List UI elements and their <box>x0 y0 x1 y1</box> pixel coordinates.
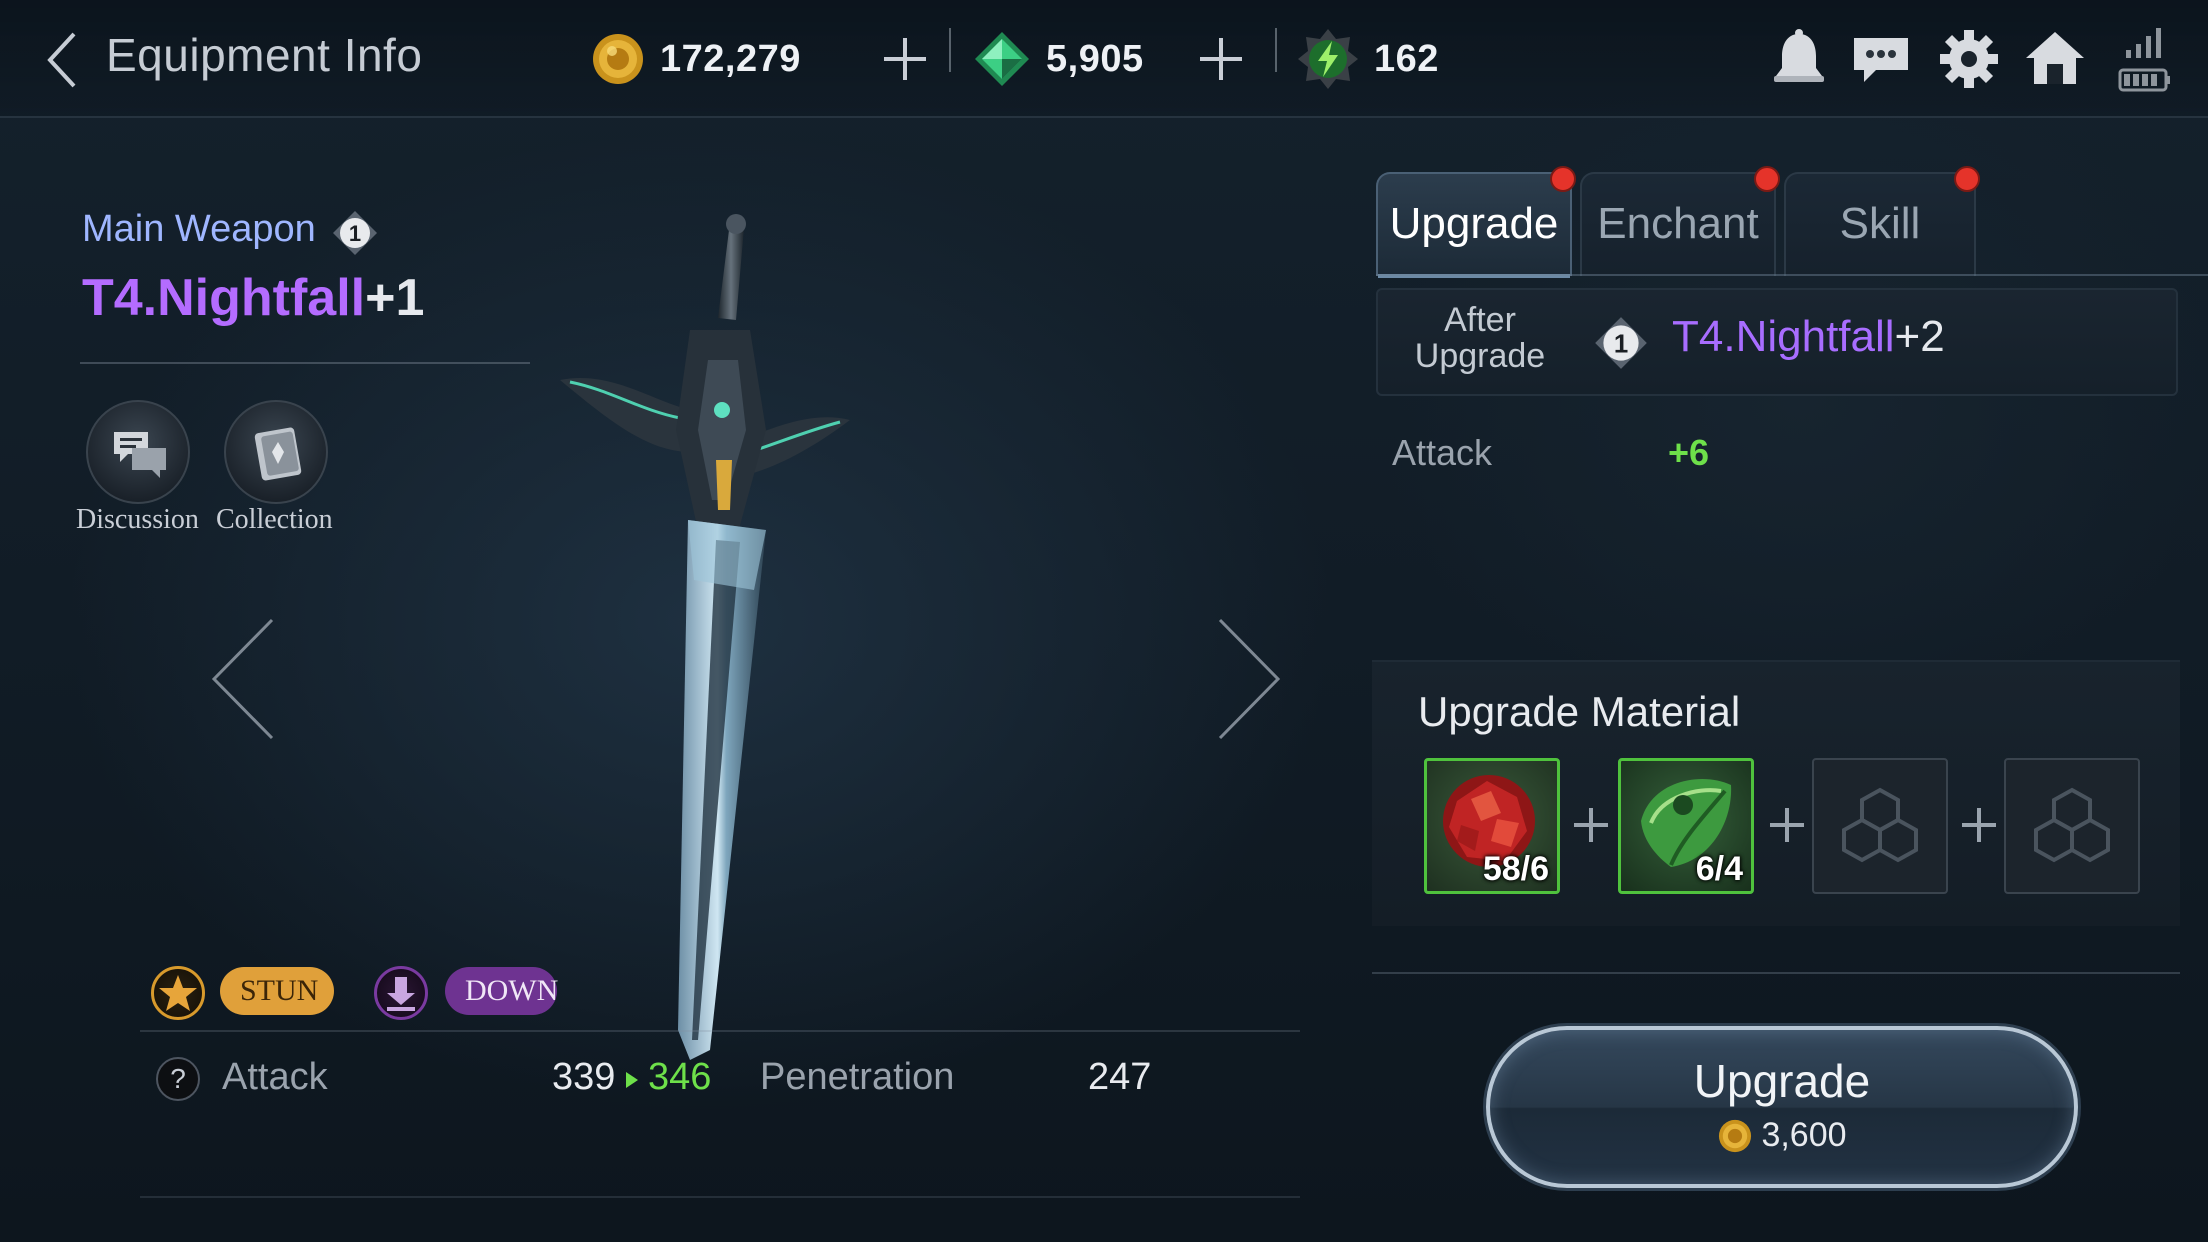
tab-enchant-label: Enchant <box>1597 199 1759 248</box>
tier-badge-number: 1 <box>349 221 361 246</box>
gem-amount: 5,905 <box>1046 37 1144 80</box>
next-item-button[interactable] <box>1206 614 1286 744</box>
back-button[interactable] <box>40 28 90 92</box>
down-tag: DOWN <box>445 967 558 1015</box>
material-slot-3[interactable] <box>1812 758 1948 894</box>
home-button[interactable] <box>2022 26 2088 92</box>
item-name: T4.Nightfall+1 <box>82 268 424 328</box>
upgrade-cost-value: 3,600 <box>1761 1116 1847 1154</box>
tier-badge: 1 <box>1594 316 1648 370</box>
separator <box>949 28 951 72</box>
penetration-label: Penetration <box>760 1056 955 1098</box>
chevron-left-icon <box>47 32 76 88</box>
gold-coin-icon <box>1719 1119 1752 1152</box>
plus-icon <box>1770 808 1804 842</box>
attack-next-value: 346 <box>648 1056 712 1098</box>
after-upgrade-level: +2 <box>1894 312 1945 361</box>
empty-slot-icon <box>1842 787 1918 863</box>
attack-label: Attack <box>222 1056 328 1098</box>
star-icon <box>159 975 197 1011</box>
home-icon <box>2026 32 2084 84</box>
notification-dot <box>1550 166 1576 192</box>
chevron-left-icon <box>211 618 274 740</box>
weapon-image <box>540 210 880 1070</box>
gold-coin-icon <box>593 34 643 84</box>
gear-icon <box>1940 30 1998 88</box>
notifications-button[interactable] <box>1766 26 1832 92</box>
chevron-right-icon <box>1218 618 1281 740</box>
material-count: 58/6 <box>1482 850 1549 888</box>
collection-label: Collection <box>216 504 333 535</box>
after-attack-delta: +6 <box>1668 432 1710 473</box>
divider <box>1372 972 2180 974</box>
previous-item-button[interactable] <box>206 614 286 744</box>
settings-button[interactable] <box>1936 26 2002 92</box>
tab-upgrade-label: Upgrade <box>1389 199 1559 248</box>
top-bar: Equipment Info 172,279 5,905 162 <box>0 0 2208 118</box>
material-slot-2[interactable]: 6/4 <box>1618 758 1754 894</box>
add-gem-button[interactable] <box>1196 34 1246 84</box>
gold-currency: 172,279 <box>590 22 801 96</box>
collection-book-icon <box>254 427 302 481</box>
notification-dot <box>1754 166 1780 192</box>
energy-icon <box>1298 29 1358 89</box>
stun-tag: STUN <box>220 967 334 1015</box>
tier-badge: 1 <box>332 210 378 256</box>
material-slot-1[interactable]: 58/6 <box>1424 758 1560 894</box>
notification-dot <box>1954 166 1980 192</box>
item-name-text: T4.Nightfall <box>82 269 366 327</box>
arrow-right-icon <box>626 1072 638 1088</box>
tier-badge-number: 1 <box>1614 330 1628 358</box>
stun-effect-icon <box>151 966 205 1020</box>
gem-currency: 5,905 <box>972 22 1144 96</box>
upgrade-button[interactable]: Upgrade 3,600 <box>1486 1026 2078 1188</box>
upgrade-cost: 3,600 <box>1717 1116 1847 1155</box>
after-upgrade-label: After Upgrade <box>1400 302 1560 374</box>
penetration-value: 247 <box>1088 1056 1152 1098</box>
after-upgrade-item-name: T4.Nightfall+2 <box>1672 312 1945 362</box>
chat-button[interactable] <box>1848 26 1914 92</box>
energy-currency: 162 <box>1296 22 1439 96</box>
status-indicator <box>2116 26 2182 92</box>
tab-skill[interactable]: Skill <box>1784 166 1980 276</box>
down-arrow-icon <box>387 977 415 1011</box>
divider <box>80 362 530 364</box>
material-count: 6/4 <box>1695 850 1743 888</box>
discussion-button[interactable] <box>86 400 190 504</box>
down-effect-icon <box>374 966 428 1020</box>
signal-battery-icon <box>2118 28 2170 92</box>
tab-upgrade[interactable]: Upgrade <box>1376 166 1576 278</box>
tab-skill-label: Skill <box>1839 199 1921 248</box>
tabs-underline <box>1376 274 2208 276</box>
upgrade-material-title: Upgrade Material <box>1418 688 1741 735</box>
discussion-icon <box>114 432 166 478</box>
attack-current-value: 339 <box>552 1056 616 1098</box>
collection-button[interactable] <box>224 400 328 504</box>
equipment-info-screen: Equipment Info 172,279 5,905 162 Main We… <box>0 0 2208 1242</box>
separator <box>1275 28 1277 72</box>
green-gem-icon <box>975 32 1029 86</box>
after-attack-label: Attack <box>1392 432 1493 473</box>
energy-amount: 162 <box>1374 37 1439 80</box>
help-icon[interactable]: ? <box>156 1057 200 1101</box>
bell-icon <box>1774 29 1824 82</box>
tab-enchant[interactable]: Enchant <box>1580 166 1780 276</box>
gold-amount: 172,279 <box>660 37 801 80</box>
after-upgrade-label-line2: Upgrade <box>1414 337 1546 375</box>
plus-icon <box>1574 808 1608 842</box>
after-upgrade-name-text: T4.Nightfall <box>1672 312 1895 361</box>
divider <box>140 1030 1300 1032</box>
discussion-label: Discussion <box>76 504 199 535</box>
divider <box>140 1196 1300 1198</box>
page-title: Equipment Info <box>106 29 423 81</box>
item-level: +1 <box>365 269 425 327</box>
plus-icon <box>1962 808 1996 842</box>
after-upgrade-label-line1: After <box>1444 301 1516 339</box>
slot-label: Main Weapon <box>82 208 316 250</box>
upgrade-button-label: Upgrade <box>1693 1055 1871 1107</box>
chat-icon <box>1854 38 1908 82</box>
empty-slot-icon <box>2034 787 2110 863</box>
material-slot-4[interactable] <box>2004 758 2140 894</box>
add-gold-button[interactable] <box>880 34 930 84</box>
